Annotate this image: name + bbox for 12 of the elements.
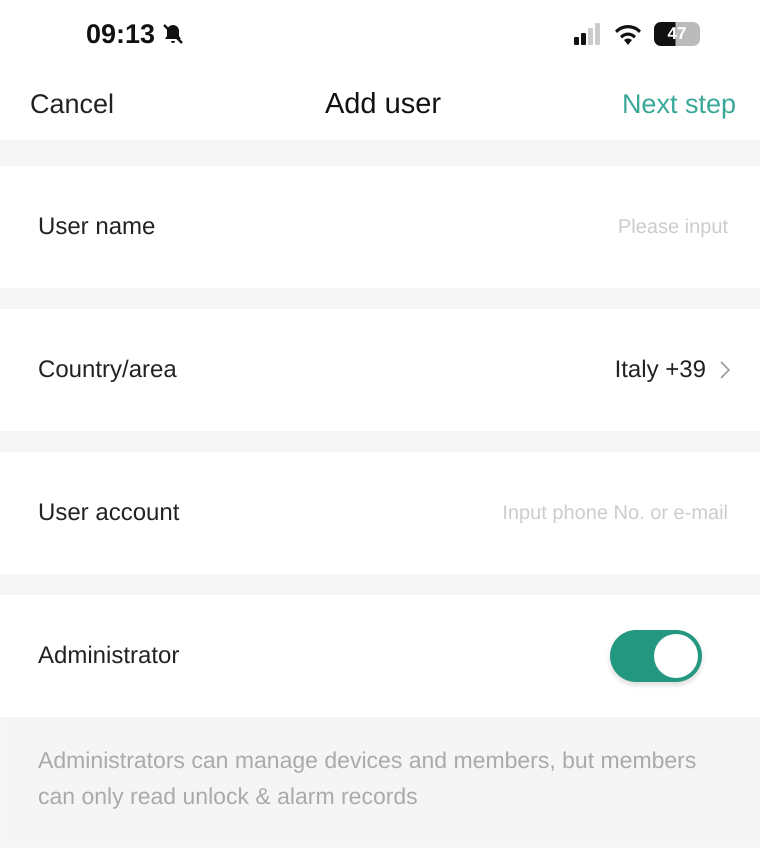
row-label: User account [38, 499, 180, 527]
chevron-right-icon [720, 361, 730, 379]
signal-icon [574, 23, 602, 45]
row-label: Country/area [38, 356, 177, 384]
wifi-icon [614, 23, 642, 45]
status-time: 09:13 [86, 18, 156, 50]
cancel-button[interactable]: Cancel [30, 88, 114, 120]
row-label: User name [38, 213, 156, 241]
country-value[interactable]: Italy +39 [614, 356, 706, 384]
toggle-switch[interactable] [610, 630, 702, 682]
page-title: Add user [324, 88, 442, 120]
row-label: Administrator [38, 642, 180, 670]
